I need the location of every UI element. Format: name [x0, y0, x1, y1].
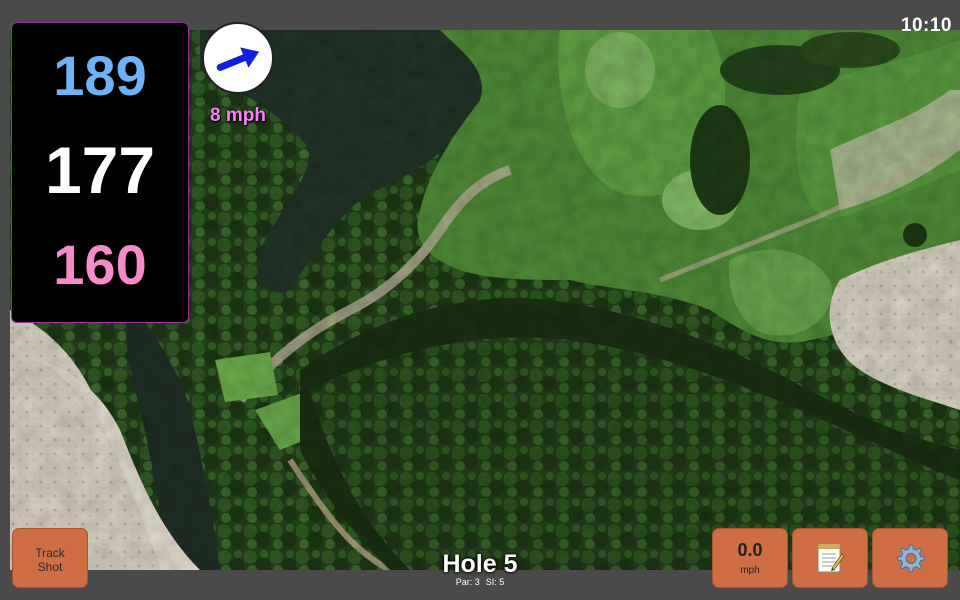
gear-icon [897, 544, 925, 573]
notepad-icon [817, 544, 845, 573]
hole-stroke-index: SI: 5 [485, 577, 505, 587]
speed-value: 0.0 [737, 540, 763, 560]
speed-button[interactable]: 0.0 mph [712, 528, 788, 588]
front-distance: 160 [53, 233, 147, 296]
hole-par: Par: 3 [455, 577, 480, 587]
wind-speed: 8 mph [210, 105, 266, 126]
wind-direction-arrow-icon [216, 47, 260, 71]
wind-dial [202, 22, 274, 94]
track-shot-label-line2: Shot [37, 560, 63, 574]
track-shot-label-line1: Track [35, 546, 65, 560]
distance-panel: 189 177 160 [11, 22, 189, 323]
golf-gps-app: 189 177 160 8 mph 10:10 Track Shot Hole … [0, 0, 960, 600]
track-shot-button[interactable]: Track Shot [12, 528, 88, 588]
hole-info: Hole 5 Par: 3 SI: 5 [380, 550, 580, 587]
speed-unit: mph [740, 565, 760, 576]
hole-details: Par: 3 SI: 5 [380, 577, 580, 587]
notes-button[interactable] [792, 528, 868, 588]
clock: 10:10 [900, 15, 952, 36]
middle-distance: 177 [44, 133, 156, 207]
settings-button[interactable] [872, 528, 948, 588]
back-distance: 189 [53, 44, 147, 107]
hole-title: Hole 5 [442, 550, 518, 578]
